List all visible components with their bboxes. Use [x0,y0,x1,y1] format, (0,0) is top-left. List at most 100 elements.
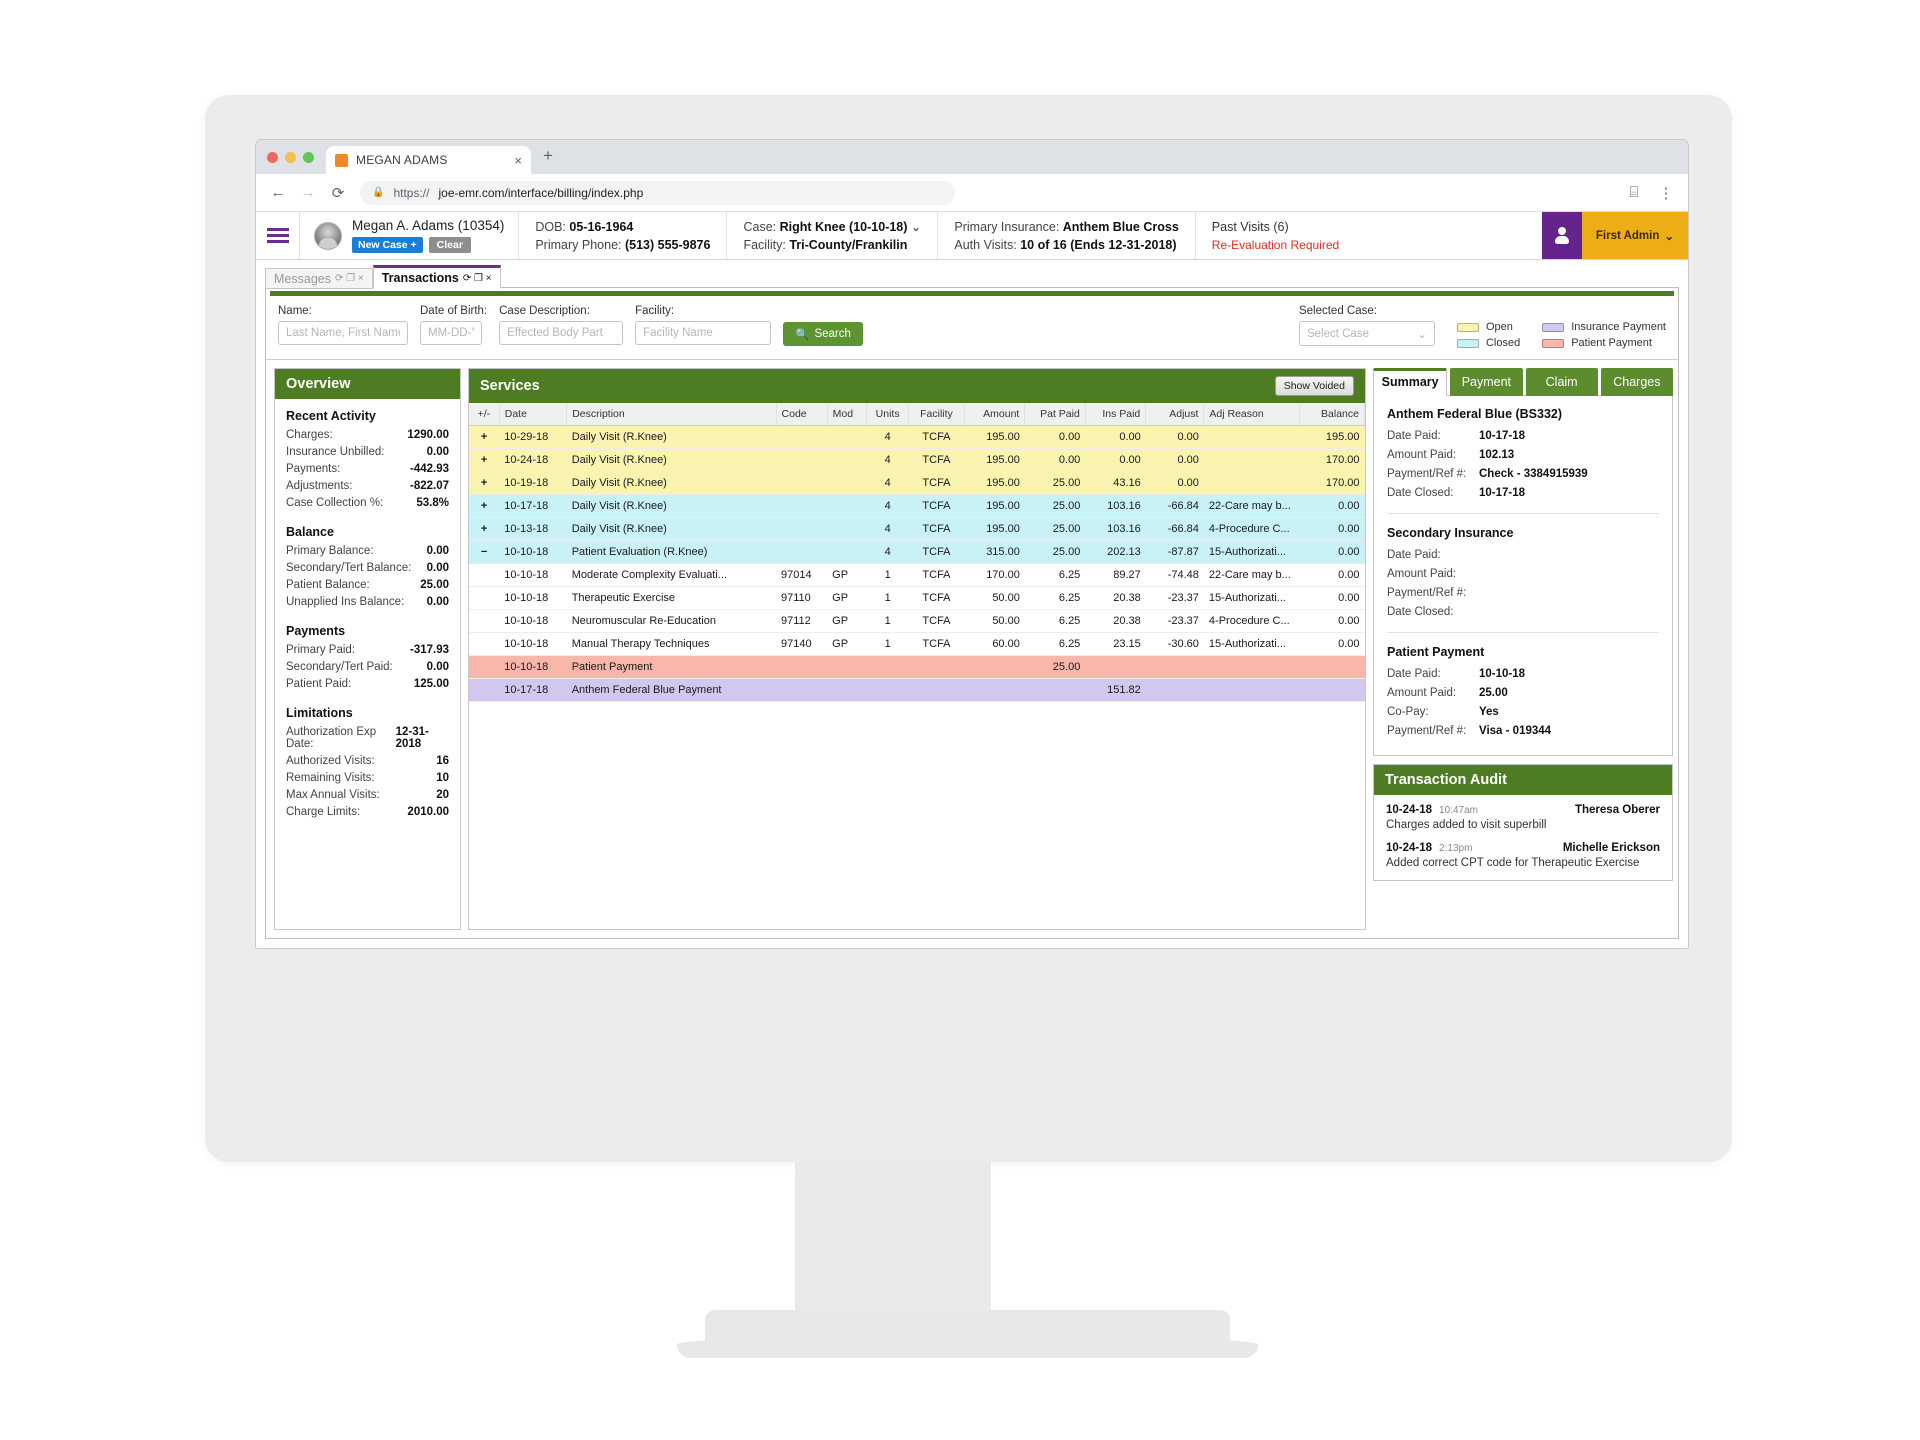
column-header: Adjust [1145,403,1205,426]
table-row[interactable]: −10-10-18 Patient Evaluation (R.Knee) 4 TCF… [469,540,1365,564]
table-cell: 0.00 [1145,471,1204,495]
table-cell: -74.48 [1145,563,1204,587]
table-row[interactable]: +10-24-18 Daily Visit (R.Knee) 4 TCFA 195.00… [469,448,1365,472]
tab-messages[interactable]: Messages ⟳ ❐ × [265,268,373,289]
table-cell: -23.37 [1145,609,1204,633]
search-name-input[interactable] [278,321,408,345]
summary-row: Amount Paid: 102.13 [1387,449,1659,461]
reload-icon[interactable]: ⟳ [330,184,346,202]
summary-row-value: Visa - 019344 [1479,725,1552,737]
user-icon [1553,227,1570,244]
table-cell: Daily Visit (R.Knee) [566,494,777,518]
table-cell: 10-10-18 [499,609,567,633]
overview-row: Case Collection %: 53.8% [286,497,449,509]
browser-menu-icon[interactable]: ⋮ [1658,184,1674,202]
expand-toggle[interactable]: + [469,448,500,472]
table-row[interactable]: 10-17-18 Anthem Federal Blue Payment 151.8… [469,678,1365,702]
minimize-window-button[interactable] [285,152,296,163]
tab-summary[interactable]: Summary [1373,368,1448,396]
table-row[interactable]: +10-19-18 Daily Visit (R.Knee) 4 TCFA 195.00… [469,471,1365,495]
patient-avatar [314,221,342,250]
overview-row: Adjustments: -822.07 [286,480,449,492]
tab-actions-icons[interactable]: ⟳ ❐ × [335,273,364,284]
expand-toggle[interactable]: − [469,540,500,564]
name-label: Name: [278,305,312,317]
search-facility-input[interactable] [635,321,772,345]
table-row[interactable]: +10-13-18 Daily Visit (R.Knee) 4 TCFA 195.00… [469,517,1365,541]
table-cell: 1 [866,632,909,656]
tab-payment[interactable]: Payment [1450,368,1523,396]
expand-toggle[interactable]: + [469,517,500,541]
summary-row-value: 10-10-18 [1479,668,1526,680]
bookmark-icon[interactable]: ⌸ [1626,184,1642,201]
case-description-label: Case Description: [499,305,590,317]
summary-row-value: 25.00 [1479,687,1508,699]
table-row[interactable]: 10-10-18 Moderate Complexity Evaluati... 9… [469,563,1365,587]
close-icon[interactable]: × [514,153,522,168]
new-tab-button[interactable]: + [531,146,563,174]
forward-icon[interactable]: → [300,184,316,201]
table-cell: 23.15 [1085,632,1146,656]
tab-claim[interactable]: Claim [1525,368,1598,396]
detail-panel: Summary Payment Claim Charges Anthem Federa… [1373,368,1673,930]
tab-transactions[interactable]: Transactions ⟳ ❐ × [372,265,501,289]
expand-toggle[interactable]: + [469,471,500,495]
table-row[interactable]: 10-10-18 Therapeutic Exercise 97110 GP 1 TCFA… [469,586,1365,610]
table-cell: 89.27 [1085,563,1146,587]
menu-hamburger-icon[interactable] [256,212,300,259]
dob-value: 05-16-1964 [569,219,634,234]
services-header: Services Show Voided [469,369,1365,403]
admin-menu-button[interactable]: First Admin ⌄ [1581,212,1688,259]
search-case-input[interactable] [499,321,624,345]
table-cell: 0.00 [1024,448,1086,472]
window-controls[interactable] [267,152,314,174]
chevron-down-icon[interactable]: ⌄ [911,220,921,234]
overview-row-value: -822.07 [409,480,449,492]
overview-row-label: Charges: [286,429,333,441]
table-cell [866,655,909,679]
table-row[interactable]: 10-10-18 Neuromuscular Re-Education 97112 G… [469,609,1365,633]
table-cell: 202.13 [1085,540,1146,564]
url-input[interactable]: 🔒 https:// joe-emr.com/interface/billing… [360,180,955,205]
expand-toggle[interactable]: + [469,494,500,518]
browser-tab-title: MEGAN ADAMS [356,153,448,167]
table-cell: TCFA [908,471,965,495]
show-voided-button[interactable]: Show Voided [1274,376,1354,396]
summary-row: Date Paid: 10-17-18 [1387,430,1659,442]
table-row[interactable]: +10-17-18 Daily Visit (R.Knee) 4 TCFA 195.00… [469,494,1365,518]
close-window-button[interactable] [267,152,278,163]
overview-row: Patient Balance: 25.00 [286,579,449,591]
table-cell: 97140 [776,632,828,656]
expand-toggle[interactable]: + [469,425,500,449]
overview-row-value: 53.8% [416,497,449,509]
table-row[interactable]: 10-10-18 Patient Payment 25.00 [469,655,1365,679]
tab-actions-icons[interactable]: ⟳ ❐ × [463,273,492,284]
table-cell: TCFA [908,586,965,610]
new-case-button[interactable]: New Case + [352,237,423,254]
facility-label: Facility: [743,238,786,252]
selected-case-select[interactable]: Select Case ⌄ [1298,321,1435,346]
overview-row-value: 0.00 [426,596,449,608]
clear-button[interactable]: Clear [428,237,471,254]
field-dob: Date of Birth: [420,305,487,345]
expand-toggle [469,563,500,587]
url-scheme: https:// [393,185,430,200]
table-cell [1203,425,1300,449]
table-row[interactable]: +10-29-18 Daily Visit (R.Knee) 4 TCFA 195.00… [469,425,1365,449]
back-icon[interactable]: ← [270,184,286,201]
primary-insurance-label: Primary Insurance: [954,219,1060,234]
maximize-window-button[interactable] [303,152,314,163]
browser-tabstrip: MEGAN ADAMS × + [256,140,1688,174]
table-row[interactable]: 10-10-18 Manual Therapy Techniques 97140 GP… [469,632,1365,656]
browser-tab[interactable]: MEGAN ADAMS × [326,146,531,174]
search-button[interactable]: 🔍 Search [783,322,863,346]
overview-row: Primary Balance: 0.00 [286,545,449,557]
audit-title: Transaction Audit [1374,765,1672,795]
table-cell: Daily Visit (R.Knee) [566,425,777,449]
search-dob-input[interactable] [420,321,482,345]
summary-row-value: Yes [1479,706,1499,718]
user-avatar-button[interactable] [1541,212,1582,259]
tab-charges[interactable]: Charges [1600,368,1673,396]
table-cell: 195.00 [964,494,1025,518]
browser-urlbar: ← → ⟳ 🔒 https:// joe-emr.com/interface/b… [256,174,1688,212]
